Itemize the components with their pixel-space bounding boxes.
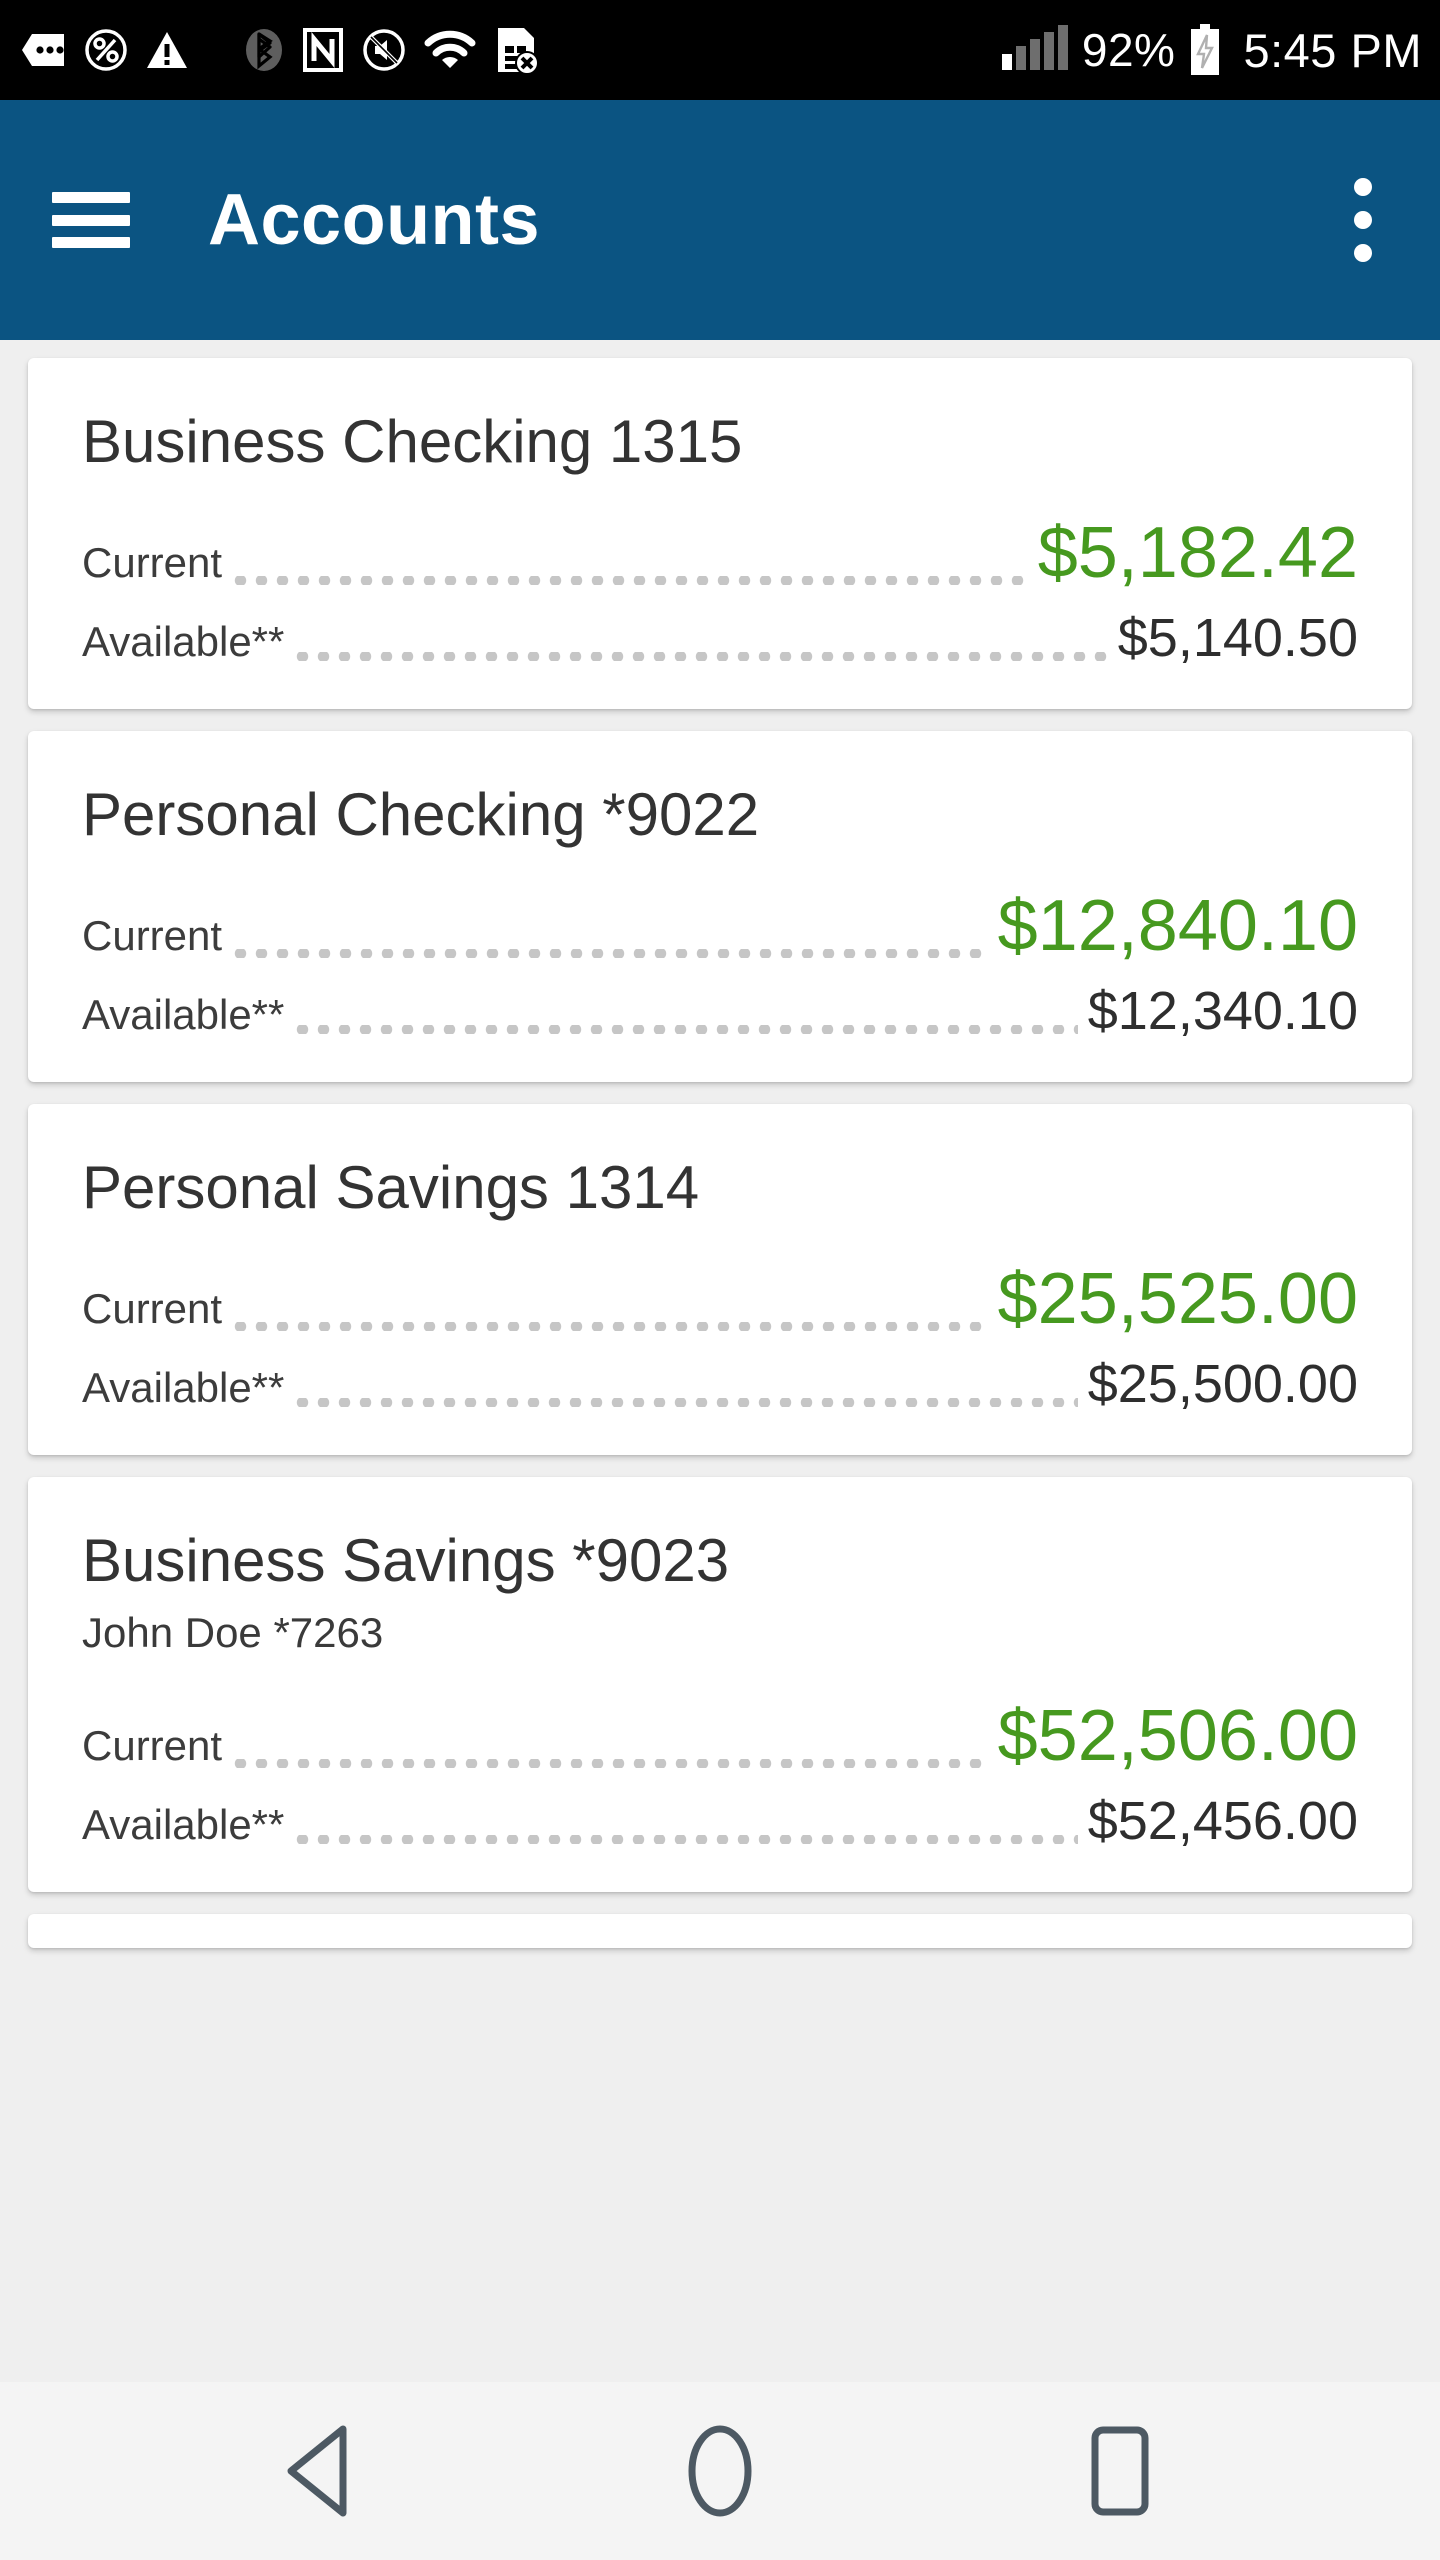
dotted-leader (230, 576, 1028, 585)
available-balance-row: Available** $12,340.10 (82, 984, 1358, 1038)
current-balance-row: Current $25,525.00 (82, 1263, 1358, 1335)
current-balance-row: Current $5,182.42 (82, 517, 1358, 589)
accounts-list[interactable]: Business Checking 1315 Current $5,182.42… (0, 340, 1440, 2382)
page-title: Accounts (208, 180, 541, 260)
account-card[interactable]: Business Checking 1315 Current $5,182.42… (28, 358, 1412, 709)
account-card[interactable]: Personal Checking *9022 Current $12,840.… (28, 731, 1412, 1082)
account-title: Personal Checking *9022 (82, 781, 760, 848)
balance-block: Current $5,182.42 Available** $5,140.50 (82, 517, 1358, 665)
speech-bubble-icon (20, 30, 66, 70)
current-balance-row: Current $52,506.00 (82, 1700, 1358, 1772)
available-balance-row: Available** $5,140.50 (82, 611, 1358, 665)
clock-label: 5:45 PM (1243, 23, 1422, 77)
status-bar-notification-icons (20, 26, 538, 74)
current-label: Current (82, 912, 223, 959)
available-label: Available** (82, 991, 285, 1038)
current-label: Current (82, 539, 223, 586)
hamburger-menu-icon[interactable] (52, 192, 130, 248)
battery-percent-label: 92% (1081, 24, 1176, 76)
available-amount: $12,340.10 (1087, 981, 1358, 1041)
dotted-leader (230, 1759, 988, 1769)
signal-bars-icon (1001, 25, 1068, 70)
available-label: Available** (82, 1801, 285, 1849)
dotted-leader (292, 1025, 1078, 1034)
android-navigation-bar (0, 2382, 1440, 2560)
current-amount: $25,525.00 (997, 1259, 1358, 1339)
account-title: Business Checking 1315 (82, 408, 743, 475)
current-label: Current (82, 1722, 223, 1770)
available-amount: $25,500.00 (1087, 1354, 1358, 1414)
warning-triangle-icon (146, 30, 188, 70)
account-title: Business Savings *9023 (82, 1527, 730, 1594)
available-label: Available** (82, 1364, 285, 1411)
phone-screen: 92% 5:45 PM Accounts Business Checking 1… (0, 0, 1440, 2560)
back-triangle-icon[interactable] (245, 2396, 395, 2546)
percent-circle-icon (84, 28, 128, 72)
bluetooth-icon (244, 27, 284, 73)
home-circle-icon[interactable] (645, 2396, 795, 2546)
status-bar-system-icons: 92% 5:45 PM (1001, 23, 1422, 77)
balance-block: Current $25,525.00 Available** $25,500.0… (82, 1263, 1358, 1411)
dotted-leader (230, 949, 988, 958)
account-card-partial[interactable] (28, 1914, 1412, 1949)
available-balance-row: Available** $25,500.00 (82, 1357, 1358, 1411)
current-label: Current (82, 1285, 223, 1332)
current-amount: $12,840.10 (997, 886, 1358, 966)
dotted-leader (292, 1398, 1078, 1407)
available-label: Available** (82, 618, 285, 665)
account-card[interactable]: Personal Savings 1314 Current $25,525.00… (28, 1104, 1412, 1455)
dotted-leader (292, 652, 1108, 661)
current-amount: $5,182.42 (1037, 513, 1358, 593)
recents-square-icon[interactable] (1045, 2396, 1195, 2546)
nfc-icon (302, 27, 344, 73)
dotted-leader (292, 1835, 1078, 1845)
mute-icon (362, 28, 406, 72)
current-balance-row: Current $12,840.10 (82, 890, 1358, 962)
available-amount: $5,140.50 (1117, 608, 1358, 668)
available-amount: $52,456.00 (1087, 1791, 1358, 1852)
balance-block: Current $52,506.00 Available** $52,456.0… (82, 1700, 1358, 1848)
status-bar: 92% 5:45 PM (0, 0, 1440, 100)
account-card[interactable]: Business Savings *9023 John Doe *7263 Cu… (28, 1477, 1412, 1893)
wifi-icon (424, 30, 476, 70)
app-bar: Accounts (0, 100, 1440, 340)
current-amount: $52,506.00 (997, 1696, 1358, 1777)
account-title: Personal Savings 1314 (82, 1154, 700, 1221)
more-vertical-icon[interactable] (1334, 166, 1392, 274)
balance-block: Current $12,840.10 Available** $12,340.1… (82, 890, 1358, 1038)
battery-charging-icon (1189, 24, 1221, 76)
account-subtitle: John Doe *7263 (82, 1609, 384, 1656)
dotted-leader (230, 1322, 988, 1331)
available-balance-row: Available** $52,456.00 (82, 1794, 1358, 1848)
sim-error-icon (494, 26, 538, 74)
